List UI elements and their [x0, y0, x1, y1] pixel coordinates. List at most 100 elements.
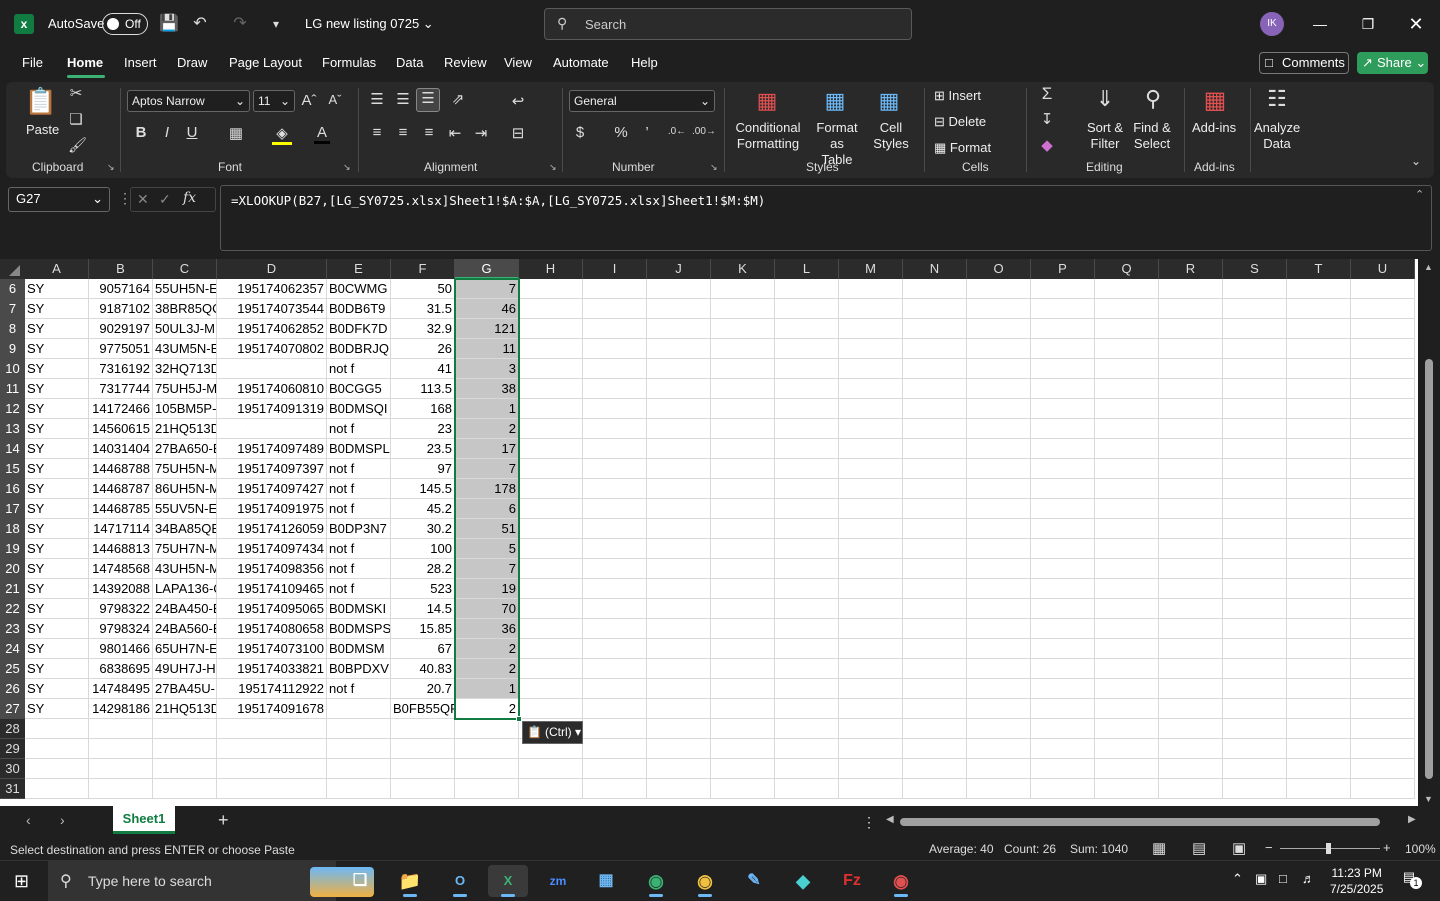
cell-b[interactable]: 14468788	[89, 459, 153, 479]
cell-f[interactable]: 23.5	[391, 439, 455, 459]
cell-r[interactable]	[1159, 679, 1223, 699]
cell-u[interactable]	[1351, 479, 1415, 499]
cell-s[interactable]	[1223, 479, 1287, 499]
cell-i[interactable]	[583, 599, 647, 619]
cell-m[interactable]	[839, 659, 903, 679]
cell-e[interactable]: B0DFK7D	[327, 319, 391, 339]
cell-r[interactable]	[1159, 379, 1223, 399]
document-title[interactable]: LG new listing 0725 ⌄	[305, 16, 434, 32]
cell-r[interactable]	[1159, 499, 1223, 519]
calculator-icon[interactable]: ▦	[586, 865, 626, 897]
cell-o[interactable]	[967, 299, 1031, 319]
cell-h[interactable]	[519, 499, 583, 519]
cell-b[interactable]: 14560615	[89, 419, 153, 439]
cell-o[interactable]	[967, 739, 1031, 759]
chrome-alt-icon[interactable]: ◉	[881, 865, 921, 897]
cell-a[interactable]: SY	[25, 699, 89, 719]
tray-app-icon[interactable]: ▣	[1255, 871, 1267, 887]
cell-t[interactable]	[1287, 559, 1351, 579]
cell-n[interactable]	[903, 519, 967, 539]
cell-q[interactable]	[1095, 459, 1159, 479]
notification-icon[interactable]: ▤ 1	[1398, 869, 1422, 891]
cell-p[interactable]	[1031, 359, 1095, 379]
cell-i[interactable]	[583, 339, 647, 359]
decrease-indent-icon[interactable]: ⇤	[446, 124, 464, 142]
scroll-up-icon[interactable]: ▲	[1424, 262, 1433, 272]
find-select-icon[interactable]: ⚲	[1138, 86, 1168, 112]
cell-m[interactable]	[839, 419, 903, 439]
column-header-p[interactable]: P	[1031, 259, 1095, 279]
cell-i[interactable]	[583, 499, 647, 519]
cell-c[interactable]	[153, 759, 217, 779]
row-header[interactable]: 28	[0, 719, 25, 739]
cell-h[interactable]	[519, 599, 583, 619]
cell-n[interactable]	[903, 779, 967, 799]
cell-t[interactable]	[1287, 519, 1351, 539]
cell-d[interactable]: 195174080658	[217, 619, 327, 639]
cell-n[interactable]	[903, 759, 967, 779]
cell-f[interactable]: 26	[391, 339, 455, 359]
cell-u[interactable]	[1351, 779, 1415, 799]
cell-f[interactable]: 20.7	[391, 679, 455, 699]
row-header[interactable]: 25	[0, 659, 25, 679]
vertical-scroll-thumb[interactable]	[1425, 359, 1433, 779]
cell-q[interactable]	[1095, 339, 1159, 359]
cell-n[interactable]	[903, 319, 967, 339]
underline-icon[interactable]: U	[184, 124, 200, 141]
cell-e[interactable]: B0DMSQI	[327, 399, 391, 419]
task-view-icon[interactable]: ❏	[340, 865, 380, 897]
cell-k[interactable]	[711, 639, 775, 659]
cell-a[interactable]: SY	[25, 619, 89, 639]
addins-icon[interactable]: ▦	[1200, 86, 1230, 115]
column-header-k[interactable]: K	[711, 259, 775, 279]
cell-p[interactable]	[1031, 419, 1095, 439]
cell-u[interactable]	[1351, 359, 1415, 379]
cell-n[interactable]	[903, 439, 967, 459]
minimize-icon[interactable]: —	[1308, 12, 1332, 36]
cell-m[interactable]	[839, 579, 903, 599]
cell-d[interactable]	[217, 719, 327, 739]
cell-m[interactable]	[839, 359, 903, 379]
menu-formulas[interactable]: Formulas	[322, 55, 376, 70]
autosum-icon[interactable]: Σ	[1038, 84, 1056, 104]
column-header-b[interactable]: B	[89, 259, 153, 279]
cell-j[interactable]	[647, 639, 711, 659]
cell-t[interactable]	[1287, 439, 1351, 459]
cell-i[interactable]	[583, 559, 647, 579]
menu-page-layout[interactable]: Page Layout	[229, 55, 302, 70]
italic-icon[interactable]: I	[159, 124, 175, 141]
cell-q[interactable]	[1095, 739, 1159, 759]
cell-d[interactable]	[217, 359, 327, 379]
align-center-icon[interactable]: ≡	[394, 124, 412, 141]
more-tabs-icon[interactable]: ⋮	[862, 814, 876, 831]
cell-k[interactable]	[711, 319, 775, 339]
column-header-s[interactable]: S	[1223, 259, 1287, 279]
alignment-launcher-icon[interactable]: ↘	[549, 162, 557, 173]
cell-h[interactable]	[519, 379, 583, 399]
cell-c[interactable]: 75UH5J-M	[153, 379, 217, 399]
cell-r[interactable]	[1159, 599, 1223, 619]
cell-f[interactable]: 45.2	[391, 499, 455, 519]
cell-f[interactable]: B0FB55QF	[391, 699, 455, 719]
cell-c[interactable]: 75UH7N-M	[153, 539, 217, 559]
cell-d[interactable]: 195174070802	[217, 339, 327, 359]
analyze-data-icon[interactable]: ☷	[1262, 86, 1292, 112]
menu-data[interactable]: Data	[396, 55, 423, 70]
cell-u[interactable]	[1351, 639, 1415, 659]
cell-t[interactable]	[1287, 679, 1351, 699]
cell-a[interactable]: SY	[25, 579, 89, 599]
cell-o[interactable]	[967, 719, 1031, 739]
cell-o[interactable]	[967, 599, 1031, 619]
decrease-font-icon[interactable]: Aˇ	[326, 92, 344, 107]
cell-i[interactable]	[583, 639, 647, 659]
cell-m[interactable]	[839, 279, 903, 299]
cell-i[interactable]	[583, 359, 647, 379]
cell-t[interactable]	[1287, 719, 1351, 739]
column-header-j[interactable]: J	[647, 259, 711, 279]
cell-u[interactable]	[1351, 499, 1415, 519]
cell-h[interactable]	[519, 679, 583, 699]
cell-j[interactable]	[647, 459, 711, 479]
cell-b[interactable]	[89, 779, 153, 799]
cell-j[interactable]	[647, 499, 711, 519]
cell-a[interactable]	[25, 779, 89, 799]
